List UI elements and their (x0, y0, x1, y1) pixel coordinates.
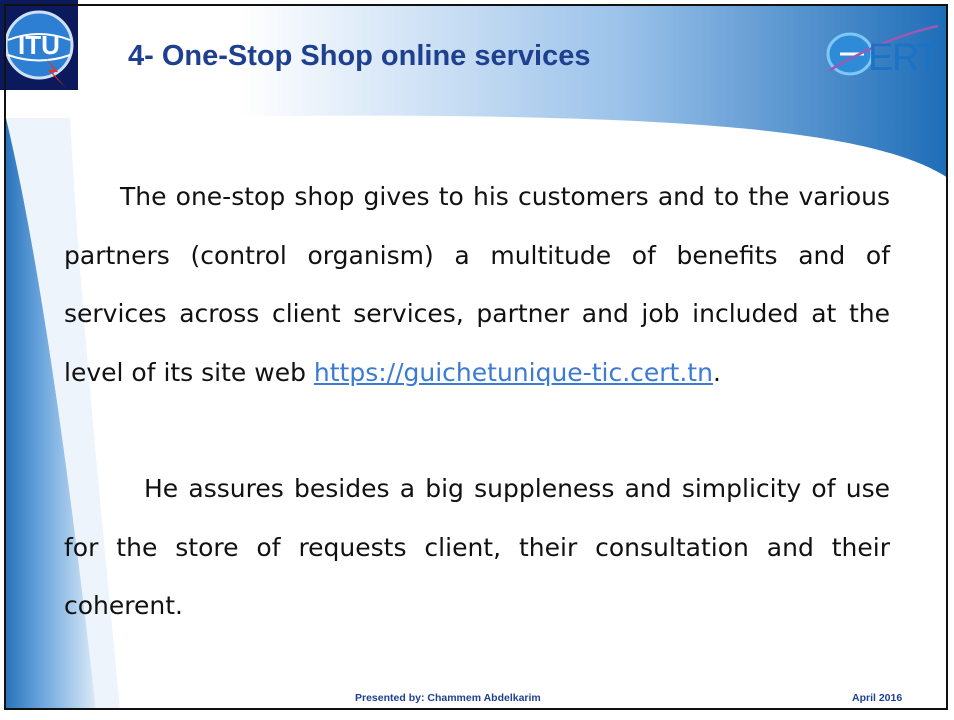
slide-frame (4, 4, 948, 710)
slide: ITU E R T 4- One-Stop Shop online servic… (0, 0, 954, 720)
